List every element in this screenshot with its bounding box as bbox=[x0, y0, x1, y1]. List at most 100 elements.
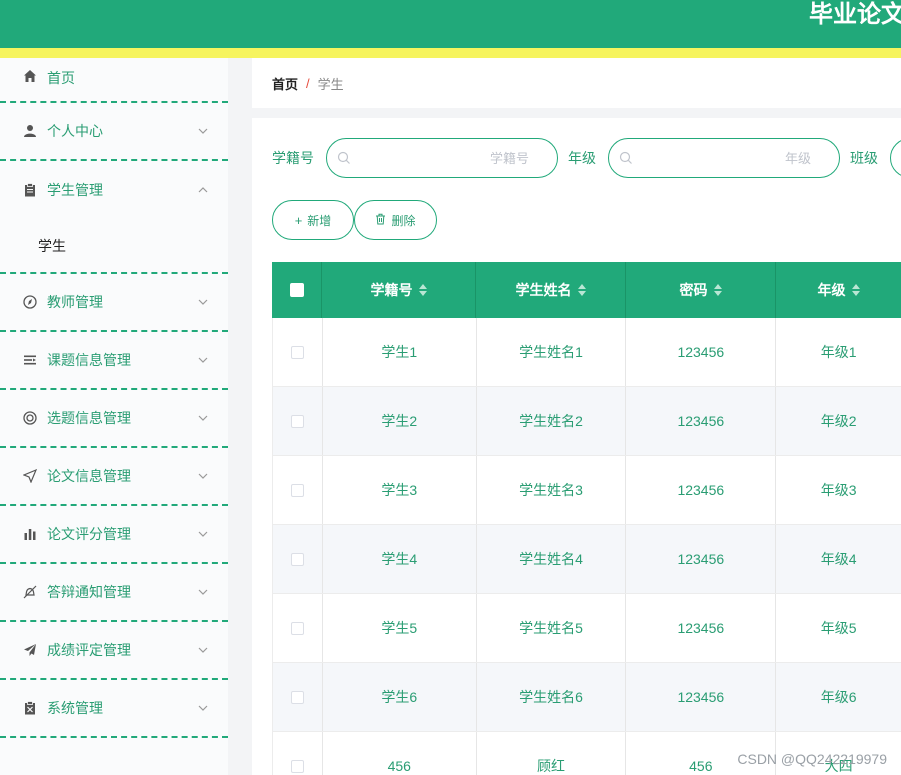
delete-button[interactable]: 删除 bbox=[354, 200, 437, 240]
bell-off-icon bbox=[22, 584, 38, 600]
row-checkbox[interactable] bbox=[290, 621, 304, 635]
grade-input[interactable] bbox=[609, 139, 839, 177]
column-header-label: 年级 bbox=[817, 282, 846, 298]
sidebar-item-profile[interactable]: 个人中心 bbox=[0, 103, 228, 161]
sidebar-item-student-management[interactable]: 学生管理 bbox=[0, 161, 228, 219]
row-select-cell bbox=[273, 663, 323, 731]
table-cell: 123456 bbox=[626, 525, 777, 593]
send-icon bbox=[22, 468, 38, 484]
action-buttons: + 新增 删除 bbox=[272, 200, 437, 240]
sidebar-item-topic-info[interactable]: 课题信息管理 bbox=[0, 332, 228, 390]
sidebar-item-selection-info[interactable]: 选题信息管理 bbox=[0, 390, 228, 448]
table-cell: 学生2 bbox=[323, 387, 477, 455]
app-title: 毕业论文 bbox=[809, 1, 901, 28]
table-row[interactable]: 学生3 学生姓名3 123456 年级3 bbox=[272, 456, 901, 525]
sidebar-item-grade-evaluation[interactable]: 成绩评定管理 bbox=[0, 622, 228, 680]
table-row[interactable]: 学生5 学生姓名5 123456 年级5 bbox=[272, 594, 901, 663]
class-input[interactable] bbox=[890, 138, 901, 178]
table-cell: 学生4 bbox=[323, 525, 477, 593]
sidebar-item-label: 课题信息管理 bbox=[47, 352, 131, 368]
chevron-down-icon bbox=[198, 128, 208, 134]
chevron-down-icon bbox=[198, 531, 208, 537]
compass-icon bbox=[22, 294, 38, 310]
breadcrumb-home[interactable]: 首页 bbox=[272, 74, 298, 93]
sidebar-item-paper-score[interactable]: 论文评分管理 bbox=[0, 506, 228, 564]
sidebar-item-label: 学生管理 bbox=[47, 182, 103, 198]
main-content: 学籍号 年级 班级 + 新增 删除 学籍号 bbox=[252, 118, 901, 775]
sort-icon[interactable] bbox=[418, 284, 427, 296]
row-checkbox[interactable] bbox=[290, 414, 304, 428]
sidebar-item-label: 成绩评定管理 bbox=[47, 642, 131, 658]
header-stripe bbox=[0, 48, 901, 58]
sidebar-item-label: 教师管理 bbox=[47, 294, 103, 310]
class-label: 班级 bbox=[850, 150, 878, 166]
search-icon bbox=[337, 151, 350, 164]
sidebar-item-home[interactable]: 首页 bbox=[0, 58, 228, 103]
table-cell: 学生1 bbox=[323, 318, 477, 386]
table-cell: 学生姓名3 bbox=[477, 456, 627, 524]
sidebar-item-label: 个人中心 bbox=[47, 123, 103, 139]
column-header[interactable]: 学生姓名 bbox=[476, 262, 626, 318]
table-cell: 年级4 bbox=[820, 551, 857, 567]
table-row[interactable]: 学生4 学生姓名4 123456 年级4 bbox=[272, 525, 901, 594]
table-cell: 123456 bbox=[626, 594, 777, 662]
table-cell: 顾红 bbox=[477, 732, 627, 775]
add-button[interactable]: + 新增 bbox=[272, 200, 354, 240]
sidebar-item-label: 论文信息管理 bbox=[47, 468, 131, 484]
student-id-field bbox=[326, 138, 558, 178]
row-checkbox[interactable] bbox=[290, 552, 304, 566]
row-checkbox[interactable] bbox=[290, 690, 304, 704]
row-select-cell bbox=[273, 594, 323, 662]
column-header[interactable]: 学籍号 bbox=[322, 262, 476, 318]
sort-icon[interactable] bbox=[851, 284, 860, 296]
sidebar-item-label: 选题信息管理 bbox=[47, 410, 131, 426]
sidebar-subitem-label: 学生 bbox=[38, 237, 66, 254]
search-icon bbox=[619, 151, 632, 164]
table-cell: 123456 bbox=[626, 318, 777, 386]
chevron-down-icon bbox=[198, 589, 208, 595]
plus-icon: + bbox=[294, 212, 303, 228]
row-checkbox[interactable] bbox=[290, 345, 304, 359]
sidebar-item-label: 答辩通知管理 bbox=[47, 584, 131, 600]
sort-icon[interactable] bbox=[577, 284, 586, 296]
row-select-cell bbox=[273, 318, 323, 386]
row-select-cell bbox=[273, 525, 323, 593]
top-header: 毕业论文 bbox=[0, 0, 901, 48]
student-id-input[interactable] bbox=[327, 139, 557, 177]
sidebar-item-teacher-management[interactable]: 教师管理 bbox=[0, 274, 228, 332]
grade-field bbox=[608, 138, 840, 178]
table-cell: 学生姓名4 bbox=[477, 525, 627, 593]
column-header[interactable]: 密码 bbox=[626, 262, 776, 318]
table-cell: 456 bbox=[323, 732, 477, 775]
table-cell: 123456 bbox=[626, 663, 777, 731]
chevron-down-icon bbox=[198, 299, 208, 305]
sidebar-item-paper-info[interactable]: 论文信息管理 bbox=[0, 448, 228, 506]
sidebar: 首页 个人中心 学生管理 学生 教师管理 课题信息管理 选题信息管理 论文信息管… bbox=[0, 58, 228, 775]
table-cell: 学生姓名6 bbox=[477, 663, 627, 731]
table-cell: 学生姓名2 bbox=[477, 387, 627, 455]
table-cell: 年级6 bbox=[820, 689, 857, 705]
table-cell: 学生姓名1 bbox=[477, 318, 627, 386]
search-bar: 学籍号 年级 班级 bbox=[272, 138, 901, 178]
table-cell: 学生5 bbox=[323, 594, 477, 662]
sidebar-item-label: 首页 bbox=[47, 70, 75, 86]
sidebar-item-system-management[interactable]: 系统管理 bbox=[0, 680, 228, 738]
table-row[interactable]: 学生2 学生姓名2 123456 年级2 bbox=[272, 387, 901, 456]
sidebar-subitem-student[interactable]: 学生 bbox=[0, 219, 228, 274]
watermark: CSDN @QQ242219979 bbox=[737, 751, 887, 767]
breadcrumb-separator: / bbox=[306, 75, 310, 91]
column-header[interactable]: 年级 bbox=[776, 262, 901, 318]
table-cell: 学生6 bbox=[323, 663, 477, 731]
select-all-checkbox[interactable] bbox=[289, 283, 304, 297]
table-row[interactable]: 学生6 学生姓名6 123456 年级6 bbox=[272, 663, 901, 732]
row-checkbox[interactable] bbox=[290, 483, 304, 497]
row-checkbox[interactable] bbox=[290, 759, 304, 773]
select-all-cell bbox=[272, 262, 322, 318]
sidebar-item-defense-notice[interactable]: 答辩通知管理 bbox=[0, 564, 228, 622]
table-row[interactable]: 学生1 学生姓名1 123456 年级1 bbox=[272, 318, 901, 387]
sort-icon[interactable] bbox=[713, 284, 722, 296]
add-button-label: 新增 bbox=[307, 213, 332, 228]
column-header-label: 密码 bbox=[679, 282, 708, 298]
chevron-down-icon bbox=[198, 473, 208, 479]
row-select-cell bbox=[273, 732, 323, 775]
